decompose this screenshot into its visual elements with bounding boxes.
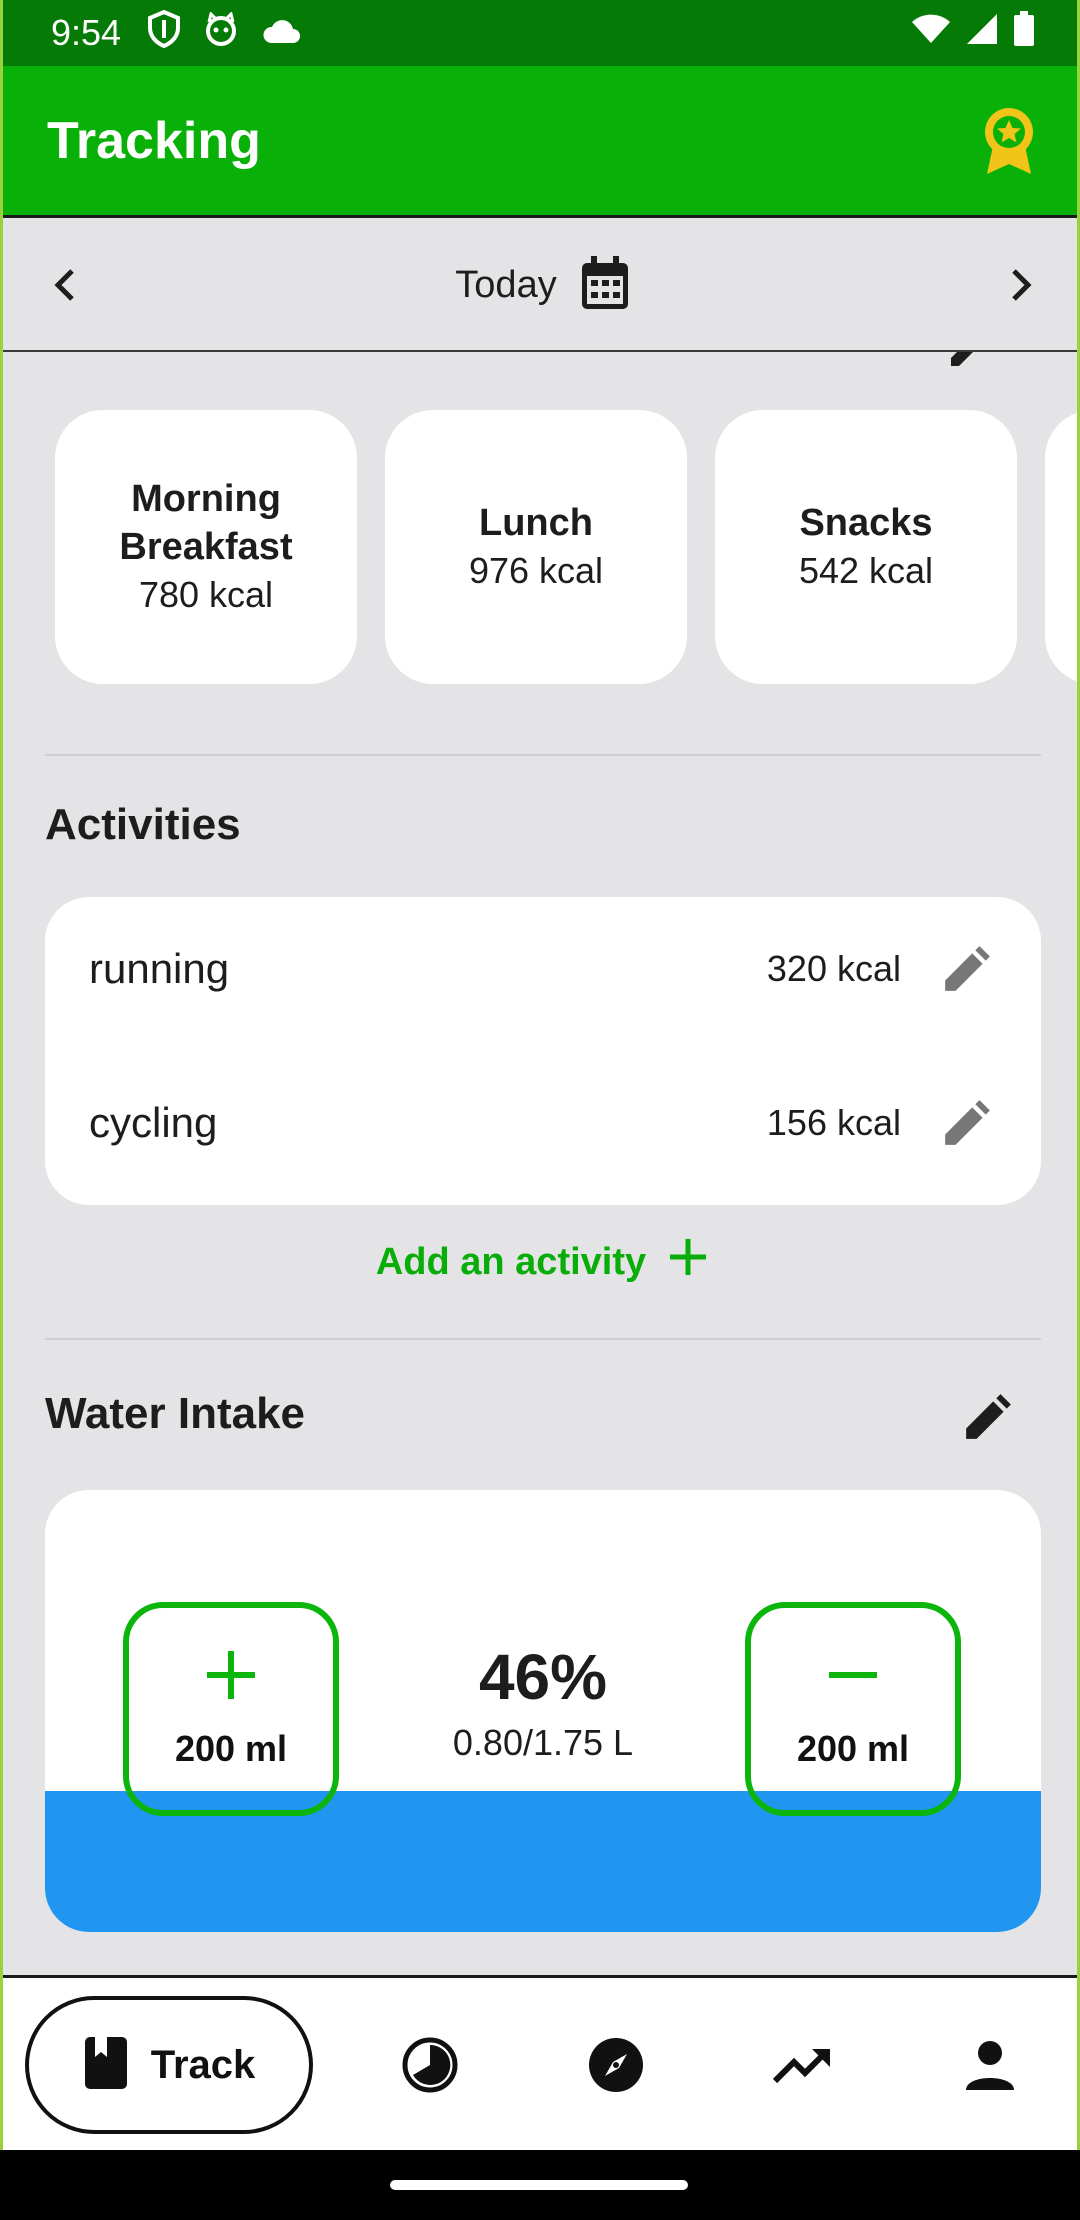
meal-name: Morning Breakfast [119, 478, 293, 568]
activity-kcal: 320 kcal [766, 948, 901, 989]
divider [45, 1338, 1041, 1340]
date-label: Today [455, 263, 557, 306]
meals-title: Meals: [45, 352, 182, 362]
wifi-icon [911, 12, 951, 54]
cat-icon [203, 10, 239, 55]
meal-card-lunch[interactable]: Lunch 976 kcal [385, 410, 687, 684]
meal-kcal: 542 kcal [798, 550, 934, 591]
chevron-right-icon[interactable] [993, 257, 1049, 313]
meals-edit-icon[interactable] [945, 352, 995, 377]
meal-card-breakfast[interactable]: Morning Breakfast 780 kcal [55, 410, 357, 684]
pencil-icon[interactable] [937, 939, 997, 999]
meal-name: Lunch [479, 502, 593, 544]
app-screen: 9:54 Tracking Today Morning Breakfast 78… [0, 0, 1080, 2150]
pencil-icon[interactable] [937, 1093, 997, 1153]
plus-icon [666, 1235, 710, 1289]
meal-card-snacks[interactable]: Snacks 542 kcal [715, 410, 1017, 684]
activity-row-cycling[interactable]: cycling 156 kcal [45, 1073, 1041, 1173]
pie-chart-icon[interactable] [395, 2030, 465, 2100]
activities-title: Activities [45, 800, 241, 849]
meal-kcal: 976 kcal [468, 550, 604, 591]
status-bar: 9:54 [3, 0, 1077, 66]
pencil-icon[interactable] [953, 1382, 1023, 1452]
date-navigation: Today [3, 220, 1077, 352]
activity-name: cycling [89, 1099, 218, 1146]
minus-icon [827, 1649, 879, 1706]
add-activity-button[interactable]: Add an activity [3, 1222, 1077, 1302]
activity-row-running[interactable]: running 320 kcal [45, 919, 1041, 1019]
divider [45, 754, 1041, 756]
person-icon[interactable] [955, 2030, 1025, 2100]
chevron-left-icon[interactable] [37, 257, 93, 313]
battery-icon [1013, 10, 1035, 56]
meal-name: Snacks [799, 502, 933, 544]
cloud-icon [261, 12, 301, 54]
status-time: 9:54 [51, 12, 122, 53]
home-indicator[interactable] [390, 2180, 688, 2190]
meal-card-partial[interactable] [1045, 410, 1077, 684]
water-intake-card: 200 ml 46% 0.80/1.75 L 200 ml [45, 1490, 1041, 1932]
water-intake-title: Water Intake [45, 1389, 306, 1438]
activity-kcal: 156 kcal [766, 1102, 901, 1143]
calendar-icon[interactable] [579, 254, 631, 317]
add-activity-label: Add an activity [375, 1240, 647, 1283]
trending-up-icon[interactable] [768, 2030, 838, 2100]
bottom-navigation: Track [3, 1975, 1077, 2150]
date-picker[interactable]: Today [455, 254, 630, 317]
remove-water-button[interactable]: 200 ml [745, 1602, 961, 1816]
shield-icon [147, 9, 181, 57]
meal-kcal: 780 kcal [138, 574, 274, 615]
remove-water-amount: 200 ml [796, 1727, 910, 1769]
app-bar: Tracking [3, 66, 1077, 218]
compass-icon[interactable] [581, 2030, 651, 2100]
book-icon [83, 2035, 129, 2096]
tracking-content[interactable]: Meals: Morning Breakfast 780 kcal Lunch … [3, 352, 1077, 1977]
nav-track-label: Track [150, 2042, 256, 2087]
activities-card: running 320 kcal cycling 156 kcal [45, 897, 1041, 1205]
signal-icon [965, 12, 999, 55]
award-icon[interactable] [979, 106, 1039, 176]
activity-name: running [89, 945, 230, 992]
nav-item-track[interactable]: Track [25, 1996, 313, 2134]
page-title: Tracking [47, 111, 261, 170]
